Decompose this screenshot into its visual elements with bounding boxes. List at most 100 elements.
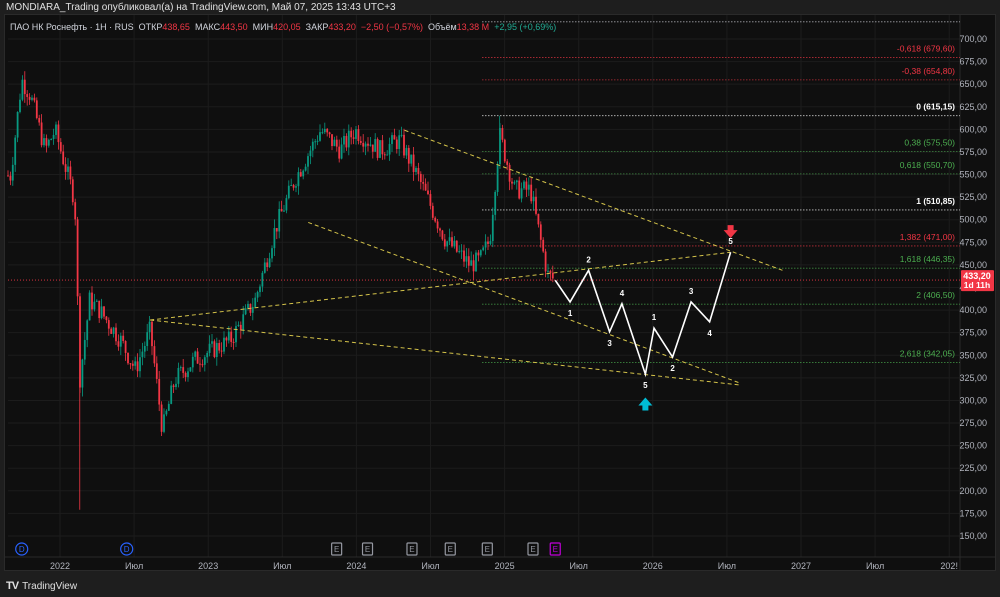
candle-body [321,132,324,134]
candle-body [95,300,98,302]
candle-body [386,154,389,156]
candle-body [19,99,21,112]
candle-body [335,139,338,147]
price-tick-label: 400,00 [959,305,987,315]
candle-body [232,341,235,343]
candle-body [527,184,530,190]
wave-label: 2 [586,255,591,264]
candle-body [134,361,137,366]
fib-level-label: 0 (615,15) [916,102,955,112]
candle-body [9,175,12,181]
price-tick-label: 275,00 [959,418,987,428]
candle-body [199,363,201,365]
candle-body [295,186,297,188]
candle-body [343,135,345,145]
wave-label: 2 [670,364,675,373]
candle-body [35,100,38,119]
candle-body [307,156,309,167]
price-tick-label: 325,00 [959,373,987,383]
candle-body [283,210,285,212]
candle-body [326,128,329,133]
price-tick-label: 650,00 [959,79,987,89]
fib-level-label: 1,382 (471,00) [900,232,955,242]
candle-body [33,97,36,101]
trendline[interactable] [308,221,741,384]
candle-body [175,383,177,388]
candle-body [179,367,182,369]
candle-body [79,296,81,388]
candle-body [67,166,69,172]
price-tick-label: 700,00 [959,34,987,44]
tradingview-brand: TradingView [22,580,78,592]
candle-body [436,221,439,229]
earnings-event-label: E [485,545,490,554]
candle-body [55,124,57,135]
candle-body [458,251,461,253]
price-tick-label: 675,00 [959,57,987,67]
candle-body [491,214,494,242]
candle-body [364,143,367,147]
candle-body [100,306,103,319]
candle-body [535,196,537,214]
candle-body [76,219,79,297]
wave-label: 1 [652,313,657,322]
candle-body [446,241,449,247]
candle-body [496,164,499,192]
candle-body [28,96,31,100]
candle-body [506,161,509,165]
wave-label: 4 [620,289,625,298]
candle-body [230,331,233,342]
candle-body [518,180,521,199]
candle-body [501,128,504,140]
open-value: 438,65 [162,22,190,32]
candle-body [268,258,271,268]
candle-body [131,363,134,366]
candle-body [477,252,480,256]
candle-body [172,385,175,388]
candle-body [136,361,139,372]
candle-body [374,139,377,152]
bar-countdown: 1d 11h [964,280,990,290]
candle-body [463,250,465,262]
symbol-name[interactable]: ПАО НК Роснефть · 1Н · RUS [10,22,134,32]
candle-body [376,139,379,158]
volume-label: Объём [427,22,457,32]
candle-body [355,129,357,139]
time-tick-label: 2022 [50,561,70,571]
price-tick-label: 350,00 [959,350,987,360]
candle-body [146,332,149,347]
candle-body [523,181,525,189]
candle-body [371,144,374,152]
candle-body [107,320,110,329]
candle-body [455,240,458,252]
candle-body [103,306,105,317]
candle-body [503,139,506,162]
candle-body [251,306,254,313]
candle-body [155,363,158,379]
fib-level-label: -0,618 (679,60) [897,43,955,53]
fib-level-label: 0,38 (575,50) [904,137,955,147]
candle-body [86,320,89,340]
price-tick-label: 300,00 [959,395,987,405]
trendline[interactable] [150,319,741,386]
candle-body [182,367,185,373]
candle-body [112,327,115,334]
fib-level-label: -0,38 (654,80) [902,66,956,76]
candle-body [532,196,535,202]
candle-body [379,140,381,158]
price-chart[interactable]: 700,00675,00650,00625,00600,00575,00550,… [0,0,1000,597]
candle-body [391,135,393,144]
candle-body [448,237,451,242]
time-tick-label: Июл [125,561,143,571]
candle-body [362,142,365,147]
dividend-event-label: D [124,545,130,554]
elliott-wave-path[interactable] [554,252,732,378]
candle-body [539,224,542,240]
candle-body [163,414,165,432]
candle-body [323,128,326,133]
candle-body [451,237,453,247]
candle-body [266,262,269,268]
candle-body [297,172,300,187]
ext-change-value: +2,95 (+0,69%) [494,22,557,32]
candle-body [220,350,223,352]
